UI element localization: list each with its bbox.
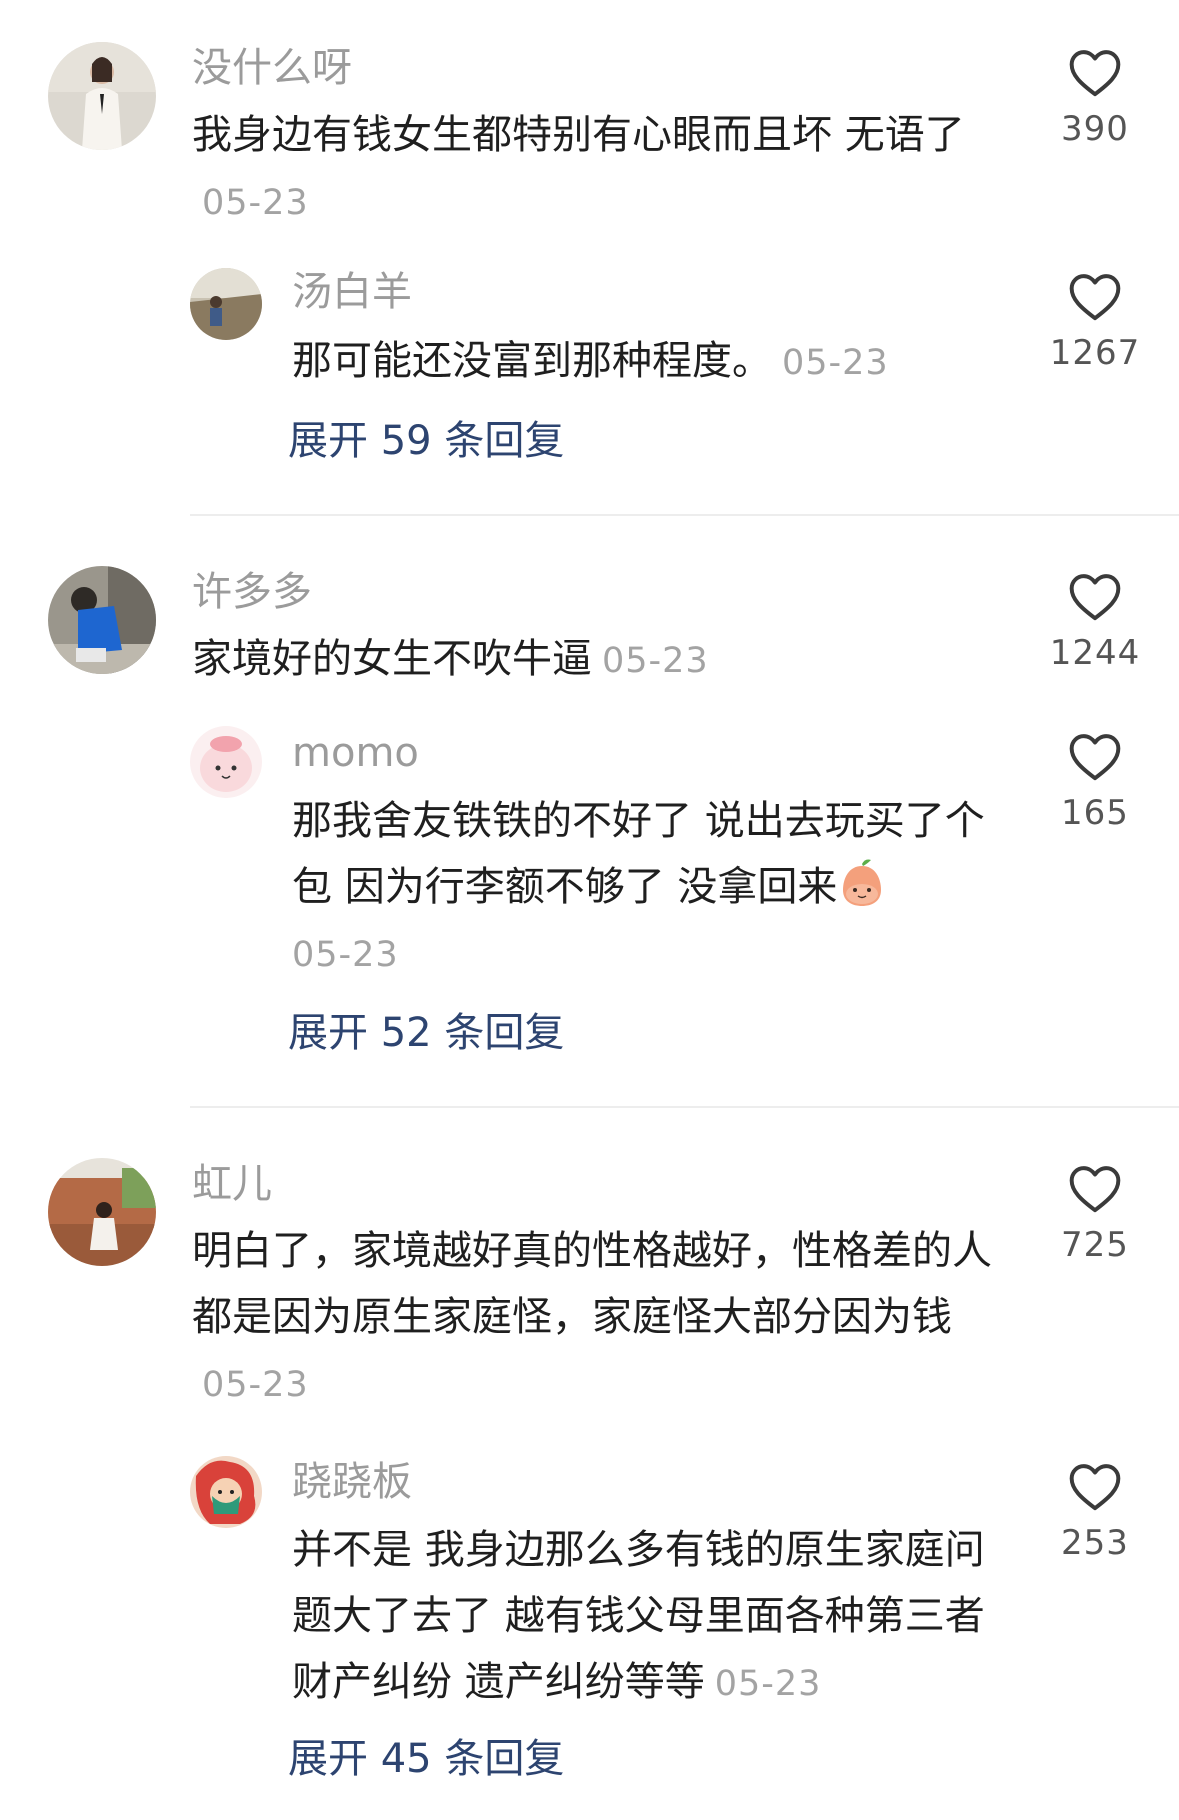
comment-date: 05-23 [202, 183, 309, 223]
comment-body: 我身边有钱女生都特别有心眼而且坏 无语了 [192, 112, 965, 158]
like-button[interactable]: 390 [1035, 46, 1155, 146]
expand-replies-link[interactable]: 展开 45 条回复 [288, 1739, 564, 1779]
username[interactable]: 许多多 [192, 572, 312, 612]
reply-text: 那可能还没富到那种程度。 05-23 [292, 328, 1012, 396]
comment-date: 05-23 [202, 1365, 309, 1405]
reply-like-button[interactable]: 165 [1035, 730, 1155, 830]
heart-outline-icon [1069, 574, 1121, 621]
comment-text: 明白了，家境越好真的性格越好，性格差的人都是因为原生家庭怪，家庭怪大部分因为钱 0… [192, 1218, 1012, 1418]
reply-text: 并不是 我身边那么多有钱的原生家庭问题大了去了 越有钱父母里面各种第三者财产纠纷… [292, 1517, 1012, 1717]
reply-body: 并不是 我身边那么多有钱的原生家庭问题大了去了 越有钱父母里面各种第三者财产纠纷… [292, 1527, 985, 1705]
username[interactable]: 没什么呀 [192, 48, 352, 88]
expand-replies-link[interactable]: 展开 52 条回复 [288, 1013, 564, 1053]
comment-date: 05-23 [602, 641, 709, 681]
reply-username[interactable]: 汤白羊 [292, 272, 412, 312]
reply-like-count: 165 [1061, 793, 1129, 833]
heart-outline-icon [1069, 734, 1121, 781]
avatar[interactable] [48, 1158, 156, 1266]
divider [190, 514, 1179, 516]
reply-date: 05-23 [782, 343, 889, 383]
username[interactable]: 虹儿 [192, 1164, 272, 1204]
reply-like-count: 253 [1061, 1523, 1129, 1563]
reply-avatar[interactable] [190, 268, 262, 340]
reply-like-count: 1267 [1049, 333, 1141, 373]
comment-text: 我身边有钱女生都特别有心眼而且坏 无语了 05-23 [192, 102, 1012, 236]
like-button[interactable]: 725 [1035, 1162, 1155, 1262]
reply-avatar[interactable] [190, 1456, 262, 1528]
reply-like-button[interactable]: 1267 [1035, 270, 1155, 370]
avatar[interactable] [48, 566, 156, 674]
reply-like-button[interactable]: 253 [1035, 1460, 1155, 1560]
heart-outline-icon [1069, 274, 1121, 321]
reply-date: 05-23 [292, 935, 399, 975]
heart-outline-icon [1069, 1166, 1121, 1213]
reply-username[interactable]: momo [292, 733, 419, 773]
peach-face-emoji [839, 858, 885, 908]
reply-date: 05-23 [714, 1664, 822, 1704]
heart-outline-icon [1069, 50, 1121, 97]
like-count: 390 [1061, 109, 1129, 149]
like-count: 1244 [1049, 633, 1141, 673]
comment-text: 家境好的女生不吹牛逼 05-23 [192, 626, 1012, 694]
reply-username[interactable]: 跷跷板 [292, 1462, 412, 1502]
reply-text: 那我舍友铁铁的不好了 说出去玩买了个包 因为行李额不够了 没拿回来 05-23 [292, 788, 1012, 988]
expand-replies-link[interactable]: 展开 59 条回复 [288, 421, 564, 461]
like-count: 725 [1061, 1225, 1129, 1265]
comment-body: 明白了，家境越好真的性格越好，性格差的人都是因为原生家庭怪，家庭怪大部分因为钱 [192, 1228, 992, 1340]
reply-body: 那可能还没富到那种程度。 [292, 338, 772, 384]
comment-body: 家境好的女生不吹牛逼 [192, 636, 592, 682]
reply-avatar[interactable] [190, 726, 262, 798]
like-button[interactable]: 1244 [1035, 570, 1155, 670]
avatar[interactable] [48, 42, 156, 150]
heart-outline-icon [1069, 1464, 1121, 1511]
divider [190, 1106, 1179, 1108]
